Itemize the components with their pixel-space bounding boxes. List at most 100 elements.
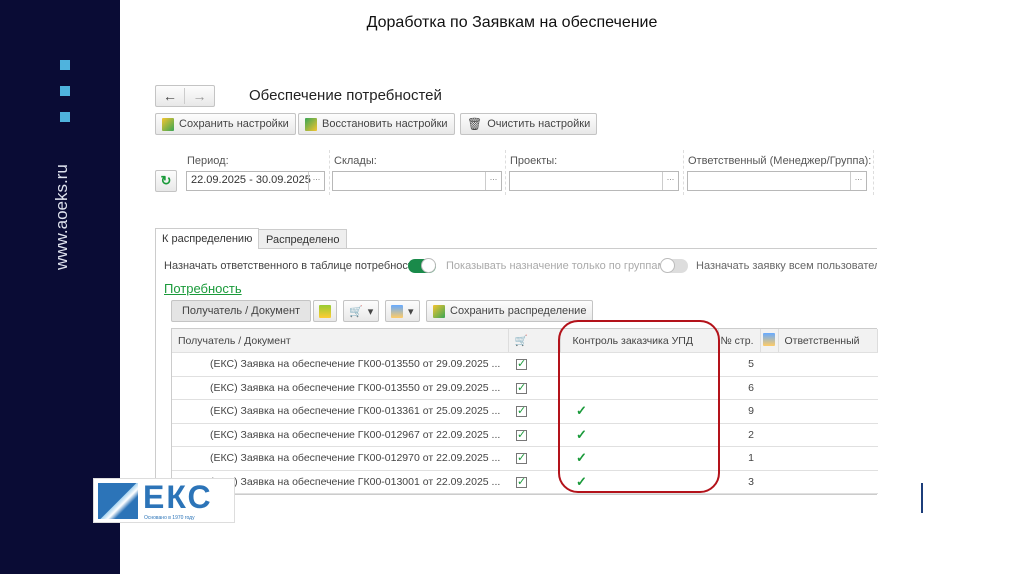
period-label: Период: [187,155,229,167]
structure-button[interactable] [313,300,337,322]
chevron-down-icon: ▾ [367,305,374,318]
label: Сохранить распределение [450,305,587,317]
user-icon [391,304,403,318]
cart-dropdown-button[interactable]: 🛒 ▾ [343,300,380,322]
table-row[interactable]: (ЕКС) Заявка на обеспечение ГК00-012967 … [172,423,878,447]
responsible-select-button[interactable]: ... [850,172,866,190]
responsible-cell[interactable] [778,446,878,471]
responsible-cell[interactable] [778,399,878,424]
user-dropdown-button[interactable]: ▾ [385,300,420,322]
column-header-responsible[interactable]: Ответственный [778,329,878,353]
projects-select-button[interactable]: ... [662,172,678,190]
line-number-cell: 1 [718,446,760,471]
table-row[interactable]: (ЕКС) Заявка на обеспечение ГК00-013361 … [172,399,878,424]
tab-to-distribute[interactable]: К распределению [155,228,260,249]
column-header-cart[interactable]: 🛒 [508,329,561,353]
all-users-label: Назначать заявку всем пользователя [696,260,877,272]
refresh-button[interactable]: ↻ [155,170,177,192]
checkbox-checked-icon[interactable]: ✓ [516,429,527,441]
projects-input[interactable]: ... [509,171,679,191]
forward-arrow-icon[interactable]: → [185,88,214,104]
back-arrow-icon[interactable]: ← [156,88,186,104]
save-distribution-button[interactable]: Сохранить распределение [426,300,594,322]
responsible-cell[interactable] [778,352,878,377]
document-cell[interactable]: (ЕКС) Заявка на обеспечение ГК00-013550 … [172,376,508,400]
table-row[interactable]: (ЕКС) Заявка на обеспечение ГК00-013550 … [172,376,878,400]
user-icon [762,332,775,346]
responsible-label: Ответственный (Менеджер/Группа): [688,155,872,167]
groups-only-label: Показывать назначение только по группам: [446,260,669,272]
document-cell[interactable]: (ЕКС) Заявка на обеспечение ГК00-013361 … [172,399,508,424]
period-input[interactable]: 22.09.2025 - 30.09.2025... [186,171,325,191]
groups-only-toggle[interactable] [660,258,688,273]
save-settings-button[interactable]: Сохранить настройки [155,113,296,135]
cart-cell[interactable]: ✓ [508,352,560,377]
line-number-cell: 5 [718,352,760,377]
logo-subtitle: Основано в 1970 году [144,515,195,521]
website-url: www.aoeks.ru [52,164,71,270]
user-icon-cell [760,423,778,447]
eks-logo: ЕКС Основано в 1970 году [93,478,235,523]
checkbox-checked-icon[interactable]: ✓ [516,476,527,488]
cart-cell[interactable]: ✓ [508,399,560,424]
clear-settings-button[interactable]: 🗑 Очистить настройки [460,113,598,135]
responsible-cell[interactable] [778,470,878,494]
cart-icon: 🛒 [514,335,528,347]
column-header-line-number[interactable]: № стр. [718,329,761,353]
user-icon-cell [760,470,778,494]
refresh-icon: ↻ [160,173,172,188]
group-by-document-button[interactable]: Получатель / Документ [171,300,312,322]
line-number-cell: 9 [718,399,760,424]
cart-cell[interactable]: ✓ [508,470,560,494]
user-icon-cell [760,376,778,400]
bullet-square [60,86,70,96]
line-number-cell: 6 [718,376,760,400]
period-select-button[interactable]: ... [308,172,324,190]
label: Очистить настройки [487,118,591,130]
user-icon-cell [760,446,778,471]
document-cell[interactable]: (ЕКС) Заявка на обеспечение ГК00-012970 … [172,446,508,471]
user-icon-cell [760,352,778,377]
checkbox-checked-icon[interactable]: ✓ [516,382,527,394]
chevron-down-icon: ▾ [408,305,414,318]
cart-cell[interactable]: ✓ [508,376,560,400]
bullet-square [60,60,70,70]
cart-cell[interactable]: ✓ [508,446,560,471]
period-value: 22.09.2025 - 30.09.2025 [191,174,311,186]
table-row[interactable]: (ЕКС) Заявка на обеспечение ГК00-013550 … [172,352,878,377]
assign-responsible-toggle[interactable] [408,258,436,273]
label: Сохранить настройки [179,118,289,130]
line-number-cell: 2 [718,423,760,447]
document-cell[interactable]: (ЕКС) Заявка на обеспечение ГК00-012967 … [172,423,508,447]
form-title: Обеспечение потребностей [249,87,442,104]
divider [921,483,923,513]
responsible-input[interactable]: ... [687,171,867,191]
table-row[interactable]: (ЕКС) Заявка на обеспечение ГК00-012970 … [172,446,878,471]
cart-cell[interactable]: ✓ [508,423,560,447]
needs-table: Получатель / Документ 🛒 Контроль заказчи… [171,328,878,495]
hierarchy-icon [319,304,331,318]
highlight-circle [558,320,720,493]
checkbox-checked-icon[interactable]: ✓ [516,359,527,371]
bullet-square [60,112,70,122]
column-header-document[interactable]: Получатель / Документ [172,329,509,353]
slide-title: Доработка по Заявкам на обеспечение [366,14,658,31]
tab-distributed[interactable]: Распределено [258,229,348,249]
trash-icon: 🗑 [467,117,483,131]
table-row[interactable]: (ЕКС) Заявка на обеспечение ГК00-013001 … [172,470,878,494]
restore-settings-button[interactable]: Восстановить настройки [298,113,455,135]
user-icon-cell [760,399,778,424]
column-header-user-icon[interactable] [760,329,779,353]
warehouses-select-button[interactable]: ... [485,172,501,190]
checkbox-checked-icon[interactable]: ✓ [516,406,527,418]
cart-icon: 🛒 [349,305,363,318]
responsible-cell[interactable] [778,376,878,400]
logo-emblem [98,483,138,519]
responsible-cell[interactable] [778,423,878,447]
projects-label: Проекты: [510,155,558,167]
checkbox-checked-icon[interactable]: ✓ [516,453,527,465]
nav-buttons: ← → [155,85,215,107]
warehouses-input[interactable]: ... [332,171,502,191]
document-cell[interactable]: (ЕКС) Заявка на обеспечение ГК00-013550 … [172,352,508,377]
need-section-link[interactable]: Потребность [164,281,242,296]
